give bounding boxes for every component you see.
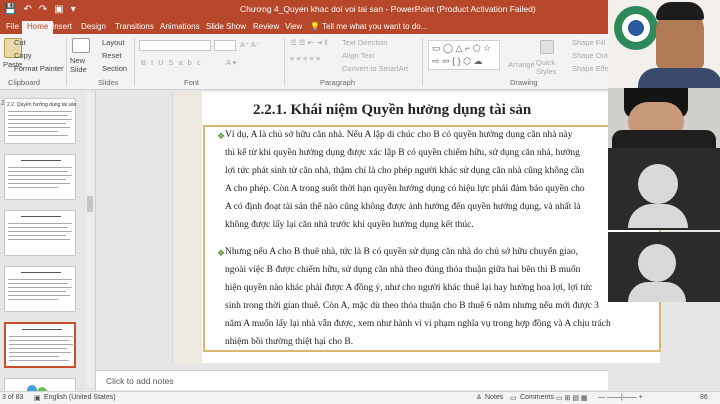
logo-emblem (614, 6, 658, 50)
comments-button[interactable]: Comments (520, 394, 554, 401)
tab-file[interactable]: File (6, 22, 19, 31)
tab-insert[interactable]: Insert (52, 22, 72, 31)
paragraph-line: nhiệm bồi thường thiệt hại cho B. (225, 337, 354, 347)
layout-button[interactable]: Layout (102, 38, 125, 47)
slide-thumbnail[interactable] (4, 210, 76, 256)
undo-icon[interactable]: ↶ (23, 4, 31, 15)
tell-me-box[interactable]: Tell me what you want to do... (322, 22, 427, 31)
shapes-gallery[interactable]: ▭ ◯ △ ⌐ ⬠ ☆ ⇨ ⇦ { } ⬡ ☁ (428, 40, 500, 70)
reset-button[interactable]: Reset (102, 51, 122, 60)
separator (284, 38, 285, 86)
thumbnails-scrollbar[interactable] (86, 92, 94, 388)
text-direction-button[interactable]: Text Direction (342, 38, 387, 47)
new-slide-button[interactable]: New Slide (70, 56, 94, 74)
separator (422, 38, 423, 86)
tab-transitions[interactable]: Transitions (115, 22, 154, 31)
notes-placeholder[interactable]: Click to add notes (106, 376, 174, 386)
slide-thumbnail[interactable] (4, 266, 76, 312)
align-text-button[interactable]: Align Text (342, 51, 374, 60)
status-bar: 3 of 83 ▣ English (United States) ≙ Note… (0, 391, 720, 404)
paragraph-line: Ví dụ, A là chủ sở hữu căn nhà. Nếu A lậ… (225, 130, 573, 140)
tab-view[interactable]: View (285, 22, 302, 31)
paragraph-line: thì kể từ khi quyền hưởng dụng được xác … (225, 148, 580, 158)
lightbulb-icon: 💡 (310, 22, 320, 31)
group-label-slides: Slides (98, 78, 119, 87)
group-label-paragraph: Paragraph (320, 78, 356, 87)
zoom-slider[interactable]: — ——|—— + (598, 394, 643, 401)
group-label-clipboard: Clipboard (8, 78, 41, 87)
slide-side-band (173, 92, 202, 363)
grow-font-icon[interactable]: A⁺ A⁻ (240, 40, 260, 49)
cut-button[interactable]: Cut (14, 38, 26, 47)
bullet-icon: ❖ (217, 248, 226, 258)
view-buttons[interactable]: ▭ ⊞ ▤ ▦ (556, 394, 588, 402)
zoom-level[interactable]: 86 (700, 394, 708, 401)
separator (134, 38, 135, 86)
convert-smartart-button[interactable]: Convert to SmartArt (342, 64, 408, 73)
quick-access-toolbar: 💾 ↶ ↷ ▣ ▾ (4, 4, 76, 15)
alignment-icons[interactable]: ≡ ≡ ≡ ≡ ≡ (290, 54, 320, 63)
slide-counter: 3 of 83 (2, 394, 24, 401)
paragraph-line: lợi tức phát sinh từ căn nhà, thậm chí l… (225, 166, 585, 176)
avatar-placeholder-icon (638, 164, 678, 204)
slide-thumbnail[interactable]: 2.2. Quyền hưởng dụng tài sản (4, 98, 76, 144)
notes-icon: ≙ (476, 395, 482, 402)
tab-animations[interactable]: Animations (160, 22, 200, 31)
bullets-icon[interactable]: ☰ ☰ ⇤ ⇥ ‖ (290, 38, 327, 47)
quick-styles-icon[interactable] (540, 40, 554, 54)
quick-styles-button[interactable]: Quick Styles (536, 58, 562, 76)
spelling-icon[interactable]: ▣ (34, 394, 41, 402)
slide-thumbnails-pane: 2 2.2. Quyền hưởng dụng tài sản (0, 90, 96, 394)
scrollbar-thumb[interactable] (87, 196, 93, 212)
paragraph-line: hiện quyền nào khác phải được A đồng ý, … (225, 283, 593, 293)
notes-pane[interactable]: Click to add notes (96, 370, 608, 390)
paragraph-line: Nhưng nếu A cho B thuê nhà, tức là B có … (225, 247, 579, 257)
video-tile-camera-off (608, 148, 720, 230)
paragraph-line: năm A muốn lấy lại nhà vẫn được, xem như… (225, 319, 611, 329)
arrange-button[interactable]: Arrange (508, 60, 535, 69)
font-color-icon[interactable]: A ▾ (226, 58, 236, 67)
language-indicator[interactable]: English (United States) (44, 394, 116, 401)
slide-thumbnail-selected[interactable] (4, 322, 76, 368)
slide-thumbnail[interactable] (4, 154, 76, 200)
copy-button[interactable]: Copy (14, 51, 32, 60)
presenter-shirt (638, 68, 720, 88)
tab-design[interactable]: Design (81, 22, 106, 31)
separator (66, 38, 67, 86)
avatar-placeholder-icon (638, 244, 676, 282)
paragraph-line: không được lấy lại căn nhà trước khi quy… (225, 220, 474, 230)
bullet-icon: ❖ (217, 131, 226, 141)
paragraph-line: A cho phép. Còn A trong suốt thời hạn qu… (225, 184, 585, 194)
format-painter-button[interactable]: Format Painter (14, 64, 64, 73)
group-label-drawing: Drawing (510, 78, 538, 87)
font-style-buttons[interactable]: BIUSabc (141, 58, 206, 67)
section-button[interactable]: Section (102, 64, 127, 73)
video-tile-participant (608, 88, 720, 148)
paragraph-line: sinh trong thời gian thuê. Còn A, mặc dù… (225, 301, 599, 311)
tab-slide-show[interactable]: Slide Show (206, 22, 246, 31)
tab-home[interactable]: Home (22, 21, 54, 34)
redo-icon[interactable]: ↷ (39, 4, 47, 15)
save-icon[interactable]: 💾 (4, 4, 16, 15)
start-presentation-icon[interactable]: ▣ (54, 4, 63, 15)
shape-fill-button[interactable]: Shape Fill (572, 38, 605, 47)
slide-text-box[interactable]: ❖ Ví dụ, A là chủ sở hữu căn nhà. Nếu A … (203, 125, 661, 352)
slide-canvas[interactable]: 2.2.1. Khái niệm Quyền hưởng dụng tài sả… (172, 92, 661, 363)
notes-button[interactable]: Notes (485, 394, 503, 401)
group-label-font: Font (184, 78, 200, 87)
tab-review[interactable]: Review (253, 22, 279, 31)
font-size-dropdown[interactable] (214, 40, 236, 51)
window-title: Chương 4_Quyen khac doi voi tai san - Po… (240, 4, 536, 14)
paragraph-line: A có định đoạt tài sản thế nào cũng khôn… (225, 202, 581, 212)
video-tile-presenter (608, 0, 720, 88)
font-name-dropdown[interactable] (139, 40, 211, 51)
slide-title[interactable]: 2.2.1. Khái niệm Quyền hưởng dụng tài sả… (253, 102, 531, 119)
comments-icon: ▭ (510, 395, 517, 402)
video-tile-camera-off (608, 232, 720, 302)
customize-qat-icon[interactable]: ▾ (71, 4, 76, 15)
new-slide-icon[interactable] (72, 38, 90, 53)
paragraph-line: ngoài việc B được chiếm hữu, sử dụng căn… (225, 265, 581, 275)
